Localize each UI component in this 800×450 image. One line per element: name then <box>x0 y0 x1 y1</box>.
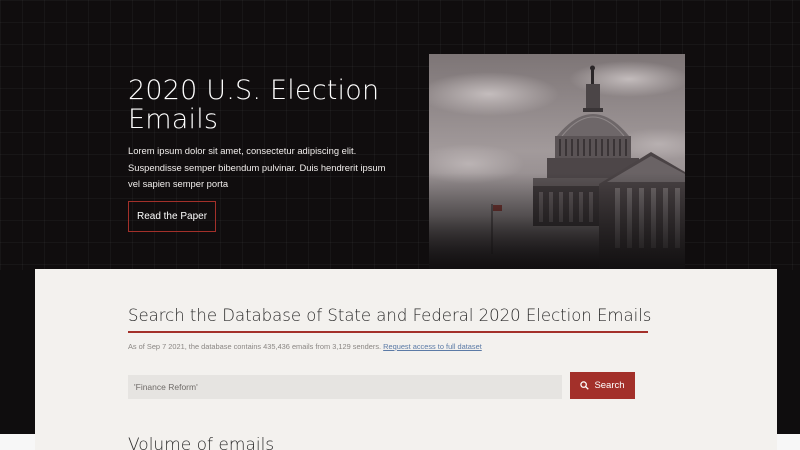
database-stats-text: As of Sep 7 2021, the database contains … <box>128 342 382 351</box>
search-icon <box>580 381 590 390</box>
request-access-link[interactable]: Request access to full dataset <box>383 342 482 351</box>
search-panel <box>35 269 777 450</box>
search-button-label: Search <box>594 380 625 391</box>
capitol-photo <box>429 54 685 270</box>
title-divider <box>128 331 648 333</box>
page-background-strip <box>0 434 35 450</box>
hero-section: 2020 U.S. Election Emails Lorem ipsum do… <box>0 0 800 270</box>
search-button[interactable]: Search <box>570 372 635 399</box>
page-background-strip <box>777 434 800 450</box>
search-input[interactable] <box>128 375 562 399</box>
hero-title: 2020 U.S. Election Emails <box>128 75 380 135</box>
hero-description: Lorem ipsum dolor sit amet, consectetur … <box>128 145 386 189</box>
search-section-title: Search the Database of State and Federal… <box>128 306 652 325</box>
volume-section-title: Volume of emails <box>128 435 275 450</box>
read-paper-button[interactable]: Read the Paper <box>128 201 216 232</box>
database-meta: As of Sep 7 2021, the database contains … <box>128 342 628 351</box>
